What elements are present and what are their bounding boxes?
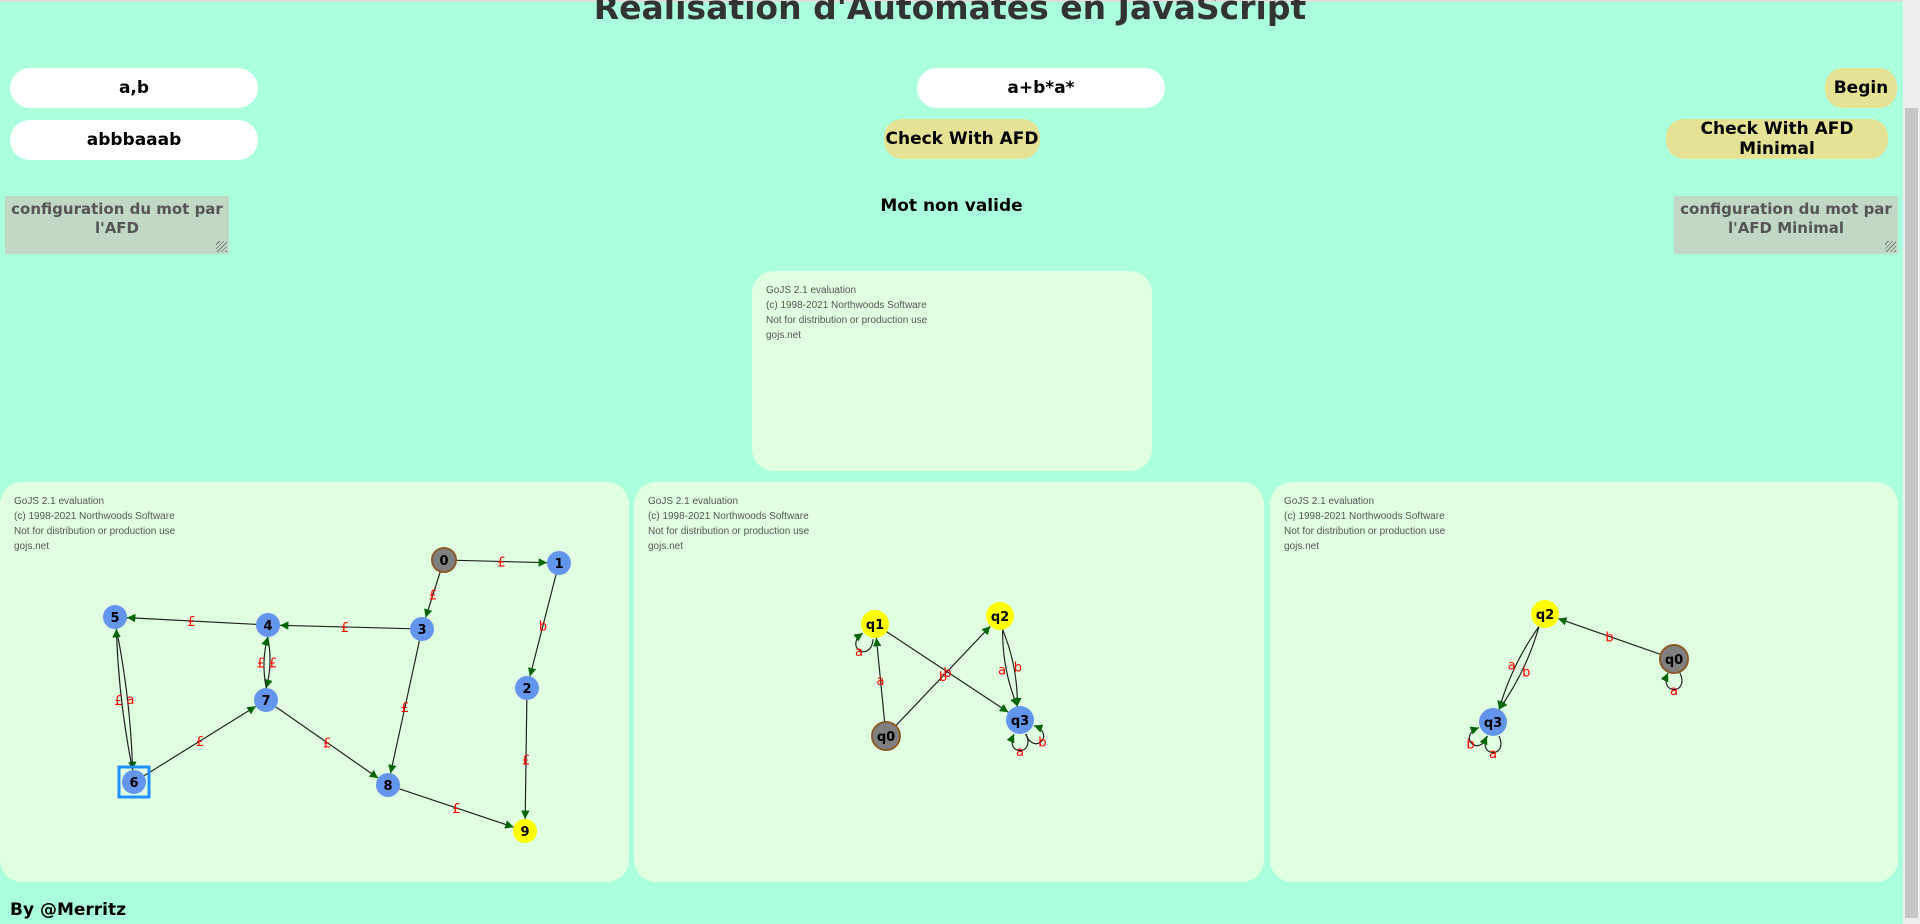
check-afd-minimal-button[interactable]: Check With AFD Minimal [1666, 119, 1888, 159]
state-node-q2[interactable]: q2 [1531, 600, 1559, 628]
state-node-q2[interactable]: q2 [986, 602, 1014, 630]
state-node-q0[interactable]: q0 [871, 721, 901, 751]
gojs-watermark: GoJS 2.1 evaluation (c) 1998-2021 Northw… [766, 283, 927, 343]
afd-minimal-automaton-panel[interactable]: GoJS 2.1 evaluation (c) 1998-2021 Northw… [1270, 482, 1898, 882]
state-label: q3 [1484, 716, 1502, 731]
transition-label: b [943, 666, 951, 681]
transition-label: £ [196, 735, 204, 750]
state-label: 0 [439, 554, 448, 569]
state-label: 6 [129, 776, 138, 791]
thompson-automaton-panel[interactable]: GoJS 2.1 evaluation (c) 1998-2021 Northw… [0, 482, 629, 882]
transition-label: £ [341, 621, 349, 636]
nodes-group: 0 1 2 3 4 5 6 7 8 9 [103, 547, 571, 843]
transition-label: a [1508, 659, 1516, 674]
state-label: 3 [417, 623, 426, 638]
state-node-5[interactable]: 5 [103, 605, 127, 629]
state-label: 7 [261, 694, 270, 709]
scrollbar-thumb[interactable] [1905, 108, 1918, 918]
transition-label: £ [429, 589, 437, 604]
state-node-1[interactable]: 1 [547, 551, 571, 575]
transition-label: £ [497, 556, 505, 571]
transition-label: a [998, 664, 1006, 679]
transition-label: £ [269, 657, 277, 672]
resize-grip-icon[interactable] [1885, 241, 1896, 252]
state-label: q2 [991, 610, 1009, 625]
transition-label: b [1014, 660, 1022, 675]
transition-label: a [1489, 747, 1497, 762]
transition-label: b [1466, 737, 1474, 752]
edges-group: bababa [1466, 617, 1683, 762]
state-node-q1[interactable]: q1 [861, 610, 889, 638]
afd-automaton-panel[interactable]: GoJS 2.1 evaluation (c) 1998-2021 Northw… [634, 482, 1264, 882]
regex-diagram-panel[interactable]: GoJS 2.1 evaluation (c) 1998-2021 Northw… [752, 271, 1152, 471]
watermark-line: Not for distribution or production use [766, 315, 928, 326]
transition-label: £ [257, 656, 265, 671]
state-label: q3 [1011, 714, 1029, 729]
validation-status: Mot non valide [880, 196, 1023, 216]
transition-edge[interactable] [1497, 626, 1540, 710]
transition-label: b [539, 620, 547, 635]
transition-label: a [126, 693, 134, 708]
watermark-line: GoJS 2.1 evaluation [766, 285, 857, 296]
transition-label: b [1605, 631, 1613, 646]
state-node-q3[interactable]: q3 [1006, 706, 1034, 734]
state-node-9[interactable]: 9 [513, 819, 537, 843]
state-label: q2 [1536, 608, 1554, 623]
watermark-line: gojs.net [766, 330, 802, 341]
transition-label: £ [187, 615, 195, 630]
afd-minimal-automaton-graph[interactable]: bababaq0q2q3 [1270, 482, 1898, 882]
state-node-q3[interactable]: q3 [1479, 708, 1507, 736]
transition-edge[interactable] [1498, 626, 1540, 710]
state-label: 4 [263, 619, 272, 634]
state-node-6[interactable]: 6 [117, 765, 151, 799]
state-label: q0 [877, 730, 895, 745]
watermark-line: (c) 1998-2021 Northwoods Software [766, 300, 927, 311]
state-label: 1 [554, 557, 563, 572]
vertical-scrollbar[interactable] [1903, 0, 1920, 924]
state-node-4[interactable]: 4 [256, 613, 280, 637]
state-label: 9 [520, 825, 529, 840]
transition-label: a [1670, 684, 1678, 699]
transition-label: b [1038, 735, 1046, 750]
transition-label: £ [114, 694, 122, 709]
transition-label: £ [452, 802, 460, 817]
transition-label: a [855, 645, 863, 660]
state-label: 5 [110, 611, 119, 626]
transition-label: £ [323, 737, 331, 752]
state-node-8[interactable]: 8 [376, 773, 400, 797]
state-label: q0 [1665, 653, 1683, 668]
transition-label: b [1522, 665, 1530, 680]
state-node-3[interactable]: 3 [410, 617, 434, 641]
thompson-automaton-graph[interactable]: £ £ b £ £ £ £ £ £ a £ £ £ £0 1 2 3 4 5 6 7 8 9 [0, 482, 629, 882]
state-node-7[interactable]: 7 [254, 688, 278, 712]
state-node-q0[interactable]: q0 [1659, 644, 1689, 674]
resize-grip-icon[interactable] [216, 241, 227, 252]
state-node-0[interactable]: 0 [431, 547, 457, 573]
transition-label: £ [401, 701, 409, 716]
state-label: 8 [383, 779, 392, 794]
transition-label: a [877, 674, 885, 689]
page-title: Realisation d'Automates en JavaScript [593, 0, 1307, 27]
page: Realisation d'Automates en JavaScript Be… [0, 0, 1920, 924]
transition-label: a [1016, 745, 1024, 760]
afd-automaton-graph[interactable]: a bab babaq0q1q2q3 [634, 482, 1264, 882]
state-label: 2 [522, 682, 531, 697]
begin-button[interactable]: Begin [1825, 68, 1897, 108]
alphabet-input[interactable] [10, 68, 258, 108]
check-afd-button[interactable]: Check With AFD [884, 119, 1040, 159]
word-input[interactable] [10, 120, 258, 160]
footer-credit: By @Merritz [10, 900, 127, 920]
state-node-2[interactable]: 2 [515, 676, 539, 700]
state-label: q1 [866, 618, 884, 633]
regex-input[interactable] [917, 68, 1165, 108]
edges-group: £ £ b £ £ £ £ £ £ a £ £ £ £ [112, 556, 557, 829]
transition-label: £ [522, 754, 530, 769]
